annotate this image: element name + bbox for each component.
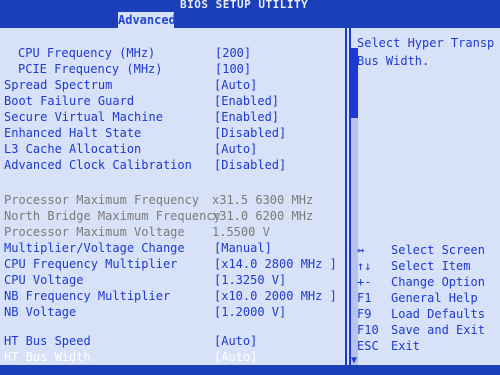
bottom-bar [0,365,500,375]
header-bar: BIOS SETUP UTILITY Advanced [0,0,500,28]
setting-label: CPU Frequency Multiplier [4,257,178,271]
key-name: F9 [357,307,372,321]
app-title: BIOS SETUP UTILITY [180,0,309,11]
info-label: North Bridge Maximum Frequency [4,209,221,223]
key-name: +- [357,275,372,289]
setting-value: [1.3250 V] [214,273,287,287]
setting-value: [Disabled] [214,126,287,140]
help-text: Select Hyper Transp Bus Width. [357,36,495,68]
info-value: x31.5 6300 MHz [212,193,314,207]
setting-label: Enhanced Halt State [4,126,142,140]
setting-label: NB Voltage [4,305,77,319]
setting-label: Spread Spectrum [4,78,113,92]
key-description: Load Defaults [391,307,485,321]
setting-value: [Enabled] [214,110,280,124]
setting-value: [Manual] [214,241,272,255]
info-value: x31.0 6200 MHz [212,209,314,223]
bios-panel: CPU Frequency (MHz) [200] PCIE Frequency… [0,28,500,375]
setting-label: L3 Cache Allocation [4,142,142,156]
setting-label: CPU Frequency (MHz) [18,46,156,60]
info-value: 1.5500 V [212,225,270,239]
setting-value: [Disabled] [214,158,287,172]
key-description: Exit [391,339,420,353]
key-description: Save and Exit [391,323,485,337]
help-panel: Select Hyper Transp Bus Width. ↔ Select … [349,28,500,365]
key-name: ↔ [357,243,365,257]
setting-value: [1.2000 V] [214,305,287,319]
setting-label: Secure Virtual Machine [4,110,163,124]
key-description: Change Option [391,275,485,289]
setting-label: Boot Failure Guard [4,94,135,108]
setting-label: Advanced Clock Calibration [4,158,192,172]
tab-advanced[interactable]: Advanced [118,12,176,28]
setting-value: [Auto] [214,142,258,156]
setting-label: Multiplier/Voltage Change [4,241,185,255]
key-name: F10 [357,323,379,337]
bios-screen: BIOS SETUP UTILITY Advanced CPU Frequenc… [0,0,500,375]
setting-value: [Enabled] [214,94,280,108]
key-name: ESC [357,339,379,353]
setting-value: [x14.0 2800 MHz ] [214,257,337,271]
setting-value: [x10.0 2000 MHz ] [214,289,337,303]
key-description: Select Item [391,259,471,273]
key-name: F1 [357,291,372,305]
key-description: General Help [391,291,478,305]
setting-label: HT Bus Width [4,350,91,364]
setting-label: CPU Voltage [4,273,84,287]
setting-value: [Auto] [214,334,258,348]
setting-label: NB Frequency Multiplier [4,289,171,303]
info-label: Processor Maximum Voltage [4,225,185,239]
key-description: Select Screen [391,243,485,257]
info-label: Processor Maximum Frequency [4,193,200,207]
setting-value: [Auto] [214,350,258,364]
setting-value: [100] [215,62,252,76]
setting-label: HT Bus Speed [4,334,91,348]
setting-value: [200] [215,46,252,60]
setting-value: [Auto] [214,78,258,92]
setting-label: PCIE Frequency (MHz) [18,62,163,76]
key-name: ↑↓ [357,259,372,273]
settings-list: CPU Frequency (MHz) [200] PCIE Frequency… [0,28,347,365]
